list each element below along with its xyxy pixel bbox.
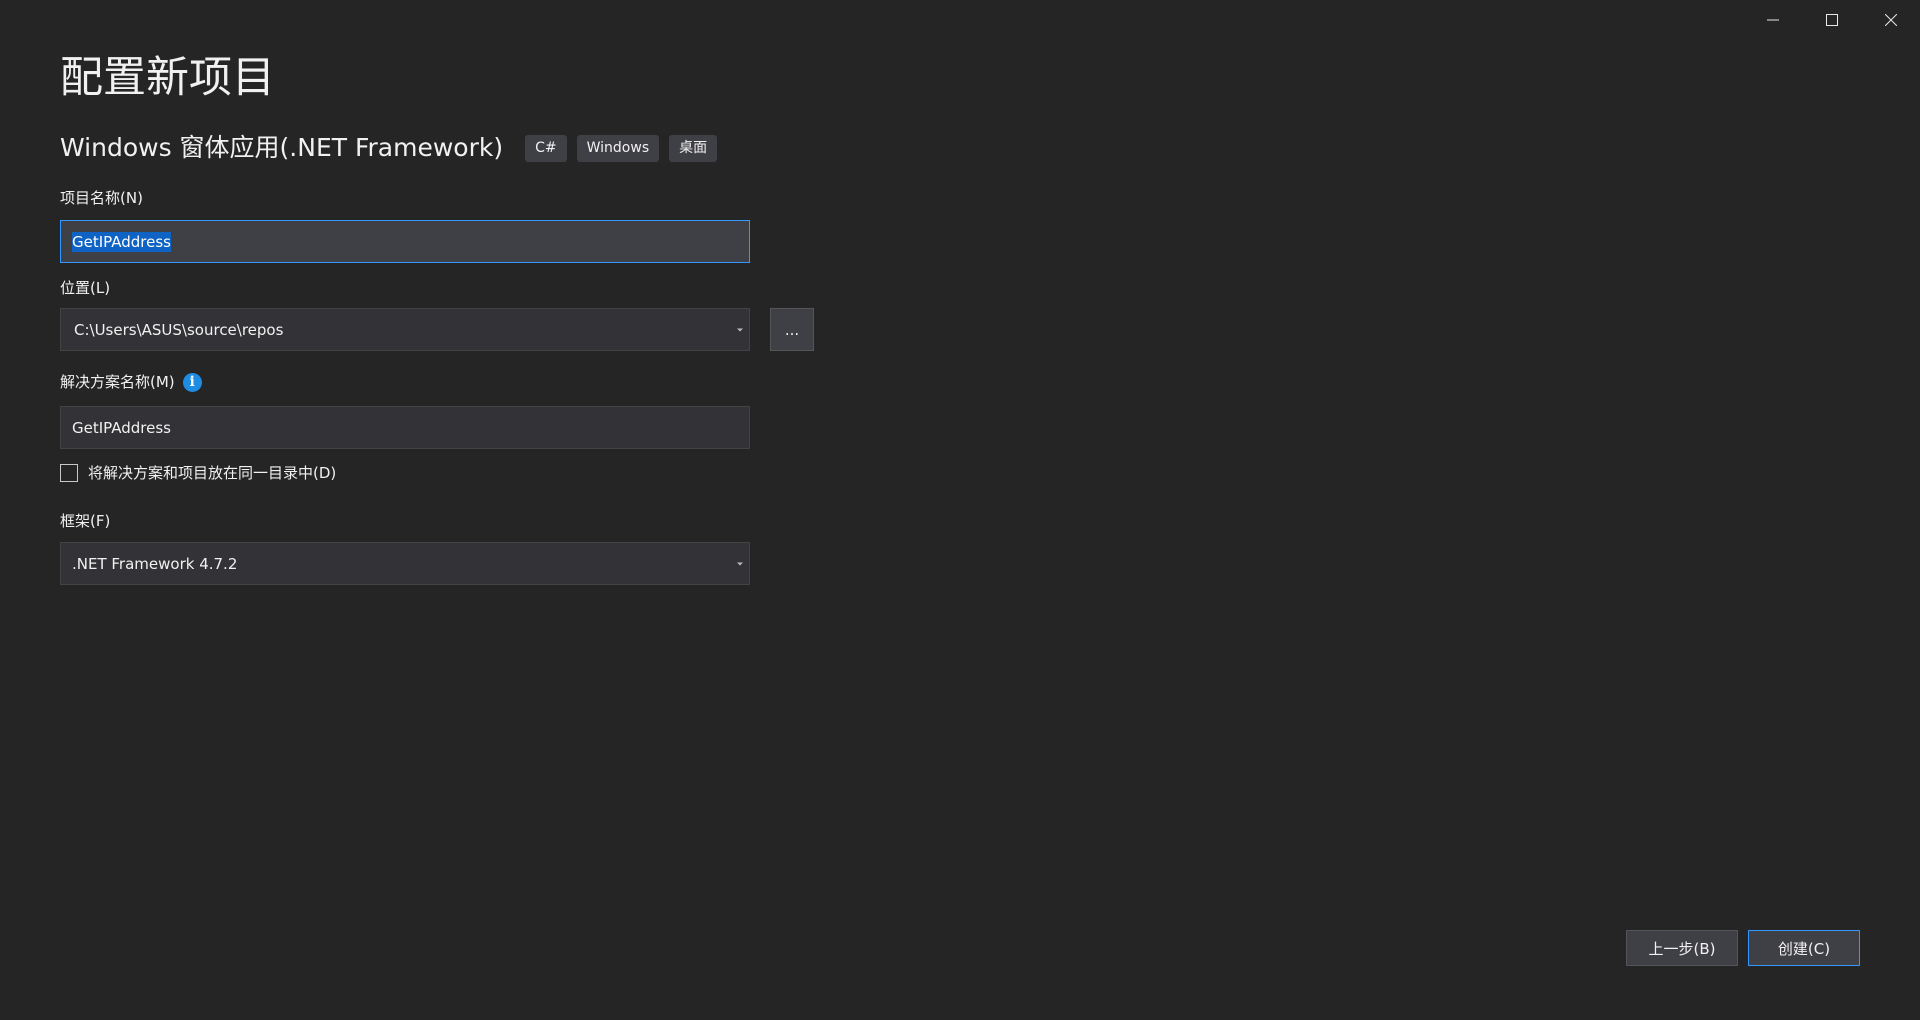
chevron-down-icon[interactable] <box>737 562 743 565</box>
template-name: Windows 窗体应用(.NET Framework) <box>60 133 504 162</box>
minimize-icon <box>1766 19 1779 21</box>
project-name-input[interactable]: GetIPAddress <box>60 220 750 263</box>
location-value: C:\Users\ASUS\source\repos <box>74 320 284 339</box>
template-header: Windows 窗体应用(.NET Framework) C# Windows … <box>60 131 727 165</box>
solution-name-input[interactable]: GetIPAddress <box>60 406 750 449</box>
browse-button[interactable]: ... <box>770 308 814 351</box>
info-icon[interactable]: i <box>182 372 202 392</box>
maximize-button[interactable] <box>1802 0 1861 40</box>
same-directory-checkbox[interactable] <box>60 463 78 482</box>
solution-name-label-row: 解决方案名称(M) i <box>60 372 202 392</box>
project-name-value: GetIPAddress <box>72 231 171 252</box>
back-button[interactable]: 上一步(B) <box>1626 930 1738 966</box>
chevron-down-icon[interactable] <box>737 328 743 331</box>
close-icon <box>1884 14 1897 26</box>
tag-language: C# <box>525 134 567 162</box>
close-button[interactable] <box>1861 0 1920 40</box>
page-title: 配置新项目 <box>60 53 275 103</box>
solution-name-label: 解决方案名称(M) <box>60 373 175 391</box>
framework-value: .NET Framework 4.7.2 <box>72 554 238 573</box>
window-controls <box>1743 0 1920 40</box>
tag-project-type: 桌面 <box>669 134 718 162</box>
location-label: 位置(L) <box>60 279 111 297</box>
create-button[interactable]: 创建(C) <box>1748 930 1860 966</box>
tag-platform: Windows <box>576 134 660 162</box>
maximize-icon <box>1825 14 1838 26</box>
framework-label: 框架(F) <box>60 512 111 530</box>
minimize-button[interactable] <box>1743 0 1802 40</box>
same-directory-option: 将解决方案和项目放在同一目录中(D) <box>60 462 336 483</box>
framework-select[interactable]: .NET Framework 4.7.2 <box>60 542 750 585</box>
project-name-label: 项目名称(N) <box>60 189 143 207</box>
same-directory-label[interactable]: 将解决方案和项目放在同一目录中(D) <box>88 462 336 483</box>
location-combobox[interactable]: C:\Users\ASUS\source\repos <box>60 308 750 351</box>
solution-name-value: GetIPAddress <box>72 418 171 437</box>
